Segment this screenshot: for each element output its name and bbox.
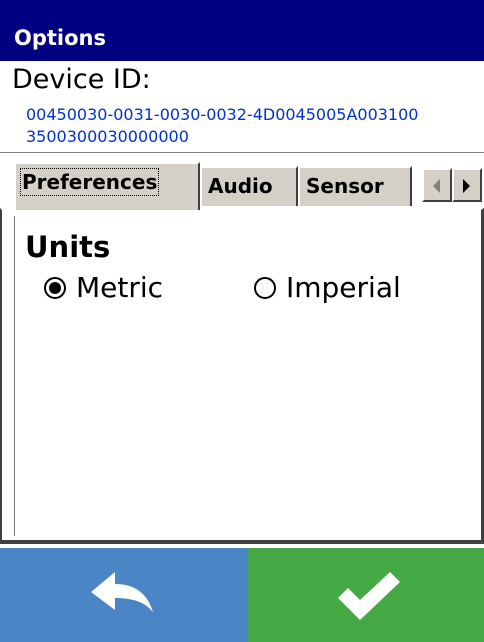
tab-audio-label: Audio bbox=[208, 174, 273, 198]
window-title: Options bbox=[14, 26, 106, 50]
device-id-label: Device ID: bbox=[12, 64, 151, 95]
arrow-right-icon bbox=[463, 179, 470, 193]
preferences-panel-inner bbox=[14, 216, 469, 536]
tab-preferences[interactable]: Preferences bbox=[14, 162, 200, 210]
radio-imperial[interactable]: Imperial bbox=[254, 270, 401, 306]
confirm-button[interactable] bbox=[248, 548, 484, 642]
tab-scroll-right-button[interactable] bbox=[452, 168, 482, 202]
title-bar: Options bbox=[0, 0, 484, 61]
tab-preferences-label: Preferences bbox=[19, 168, 160, 196]
tab-sensor[interactable]: Sensor bbox=[298, 166, 412, 206]
device-id-value: 00450030-0031-0030-0032-4D0045005A003100… bbox=[26, 105, 419, 146]
units-heading: Units bbox=[25, 230, 111, 264]
back-arrow-icon bbox=[91, 572, 153, 612]
radio-metric[interactable]: Metric bbox=[44, 270, 163, 306]
tab-sensor-label: Sensor bbox=[306, 174, 384, 198]
tab-scroll-left-button[interactable] bbox=[422, 168, 452, 202]
radio-metric-label: Metric bbox=[76, 271, 164, 304]
radio-imperial-indicator[interactable] bbox=[254, 277, 276, 299]
back-button[interactable] bbox=[0, 548, 248, 642]
arrow-left-icon bbox=[433, 179, 440, 193]
checkmark-icon bbox=[338, 572, 400, 620]
tab-audio[interactable]: Audio bbox=[200, 166, 298, 206]
radio-imperial-label: Imperial bbox=[286, 271, 401, 304]
radio-metric-indicator[interactable] bbox=[44, 277, 66, 299]
